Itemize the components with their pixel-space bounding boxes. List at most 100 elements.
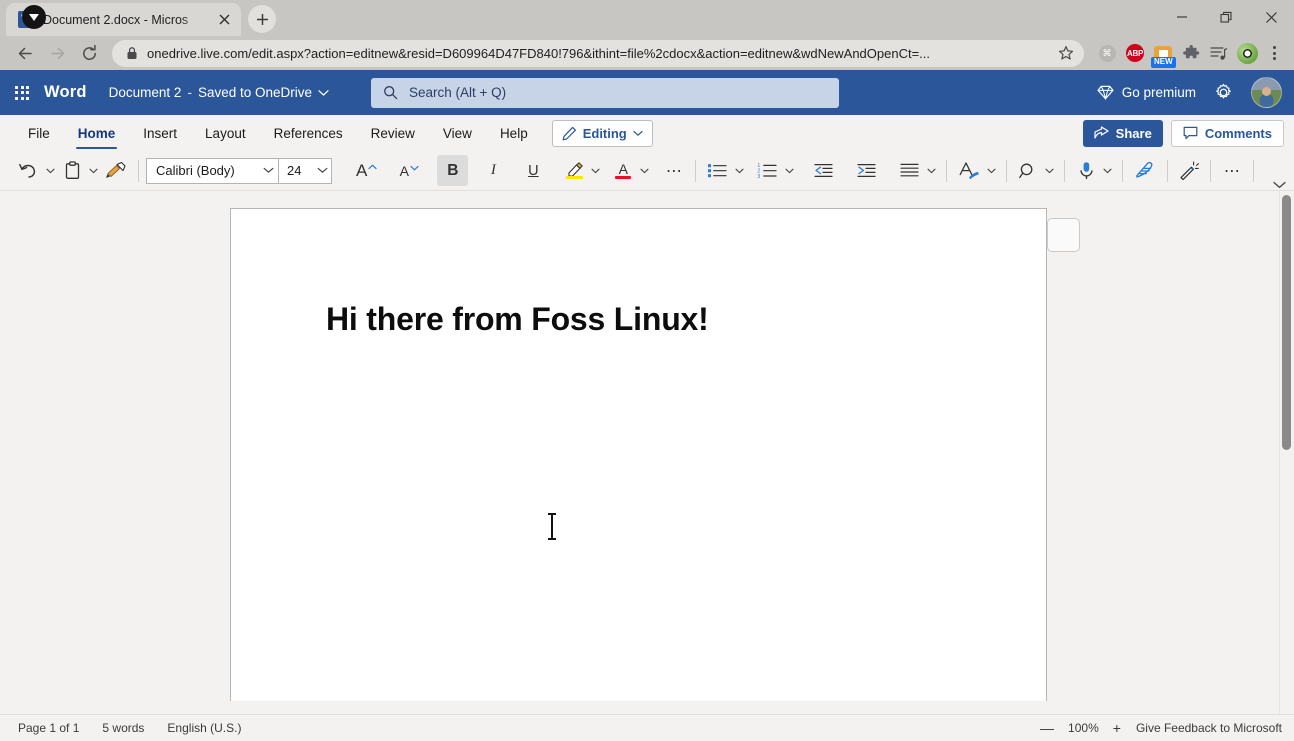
bullets-chevron-down-icon[interactable]: [732, 156, 747, 186]
word-brand-label[interactable]: Word: [44, 83, 87, 102]
close-icon[interactable]: [215, 11, 233, 29]
paste-clipboard-icon[interactable]: [58, 156, 86, 186]
document-heading-text[interactable]: Hi there from Foss Linux!: [326, 301, 709, 338]
share-icon: [1094, 126, 1109, 140]
toolbar-divider: [1253, 159, 1255, 182]
microphone-icon[interactable]: [1072, 156, 1100, 186]
more-toolbar-options-button[interactable]: ⋯: [1218, 156, 1246, 186]
paste-chevron-down-icon[interactable]: [86, 156, 101, 186]
highlight-chevron-down-icon[interactable]: [588, 156, 603, 186]
tab-references[interactable]: References: [260, 115, 357, 151]
page-info-label: Page 1 of 1: [18, 721, 80, 735]
gear-icon[interactable]: [1214, 83, 1233, 102]
more-font-options-button[interactable]: ⋯: [660, 156, 688, 186]
magic-wand-icon[interactable]: [1175, 156, 1203, 186]
tab-title: Document 2.docx - Micros: [43, 12, 189, 27]
dictate-chevron-down-icon[interactable]: [1100, 156, 1115, 186]
font-color-chevron-down-icon[interactable]: [637, 156, 652, 186]
adblock-plus-icon[interactable]: ABP: [1122, 40, 1148, 66]
puzzle-extensions-icon[interactable]: [1178, 40, 1204, 66]
tab-review[interactable]: Review: [357, 115, 429, 151]
command-extension-icon[interactable]: ⌘: [1094, 40, 1120, 66]
pencil-icon: [562, 126, 577, 141]
bold-button[interactable]: B: [437, 155, 469, 186]
tab-help[interactable]: Help: [486, 115, 542, 151]
italic-button[interactable]: I: [478, 156, 508, 186]
document-page[interactable]: Hi there from Foss Linux!: [230, 208, 1047, 701]
maximize-button[interactable]: [1204, 0, 1249, 34]
highlight-button[interactable]: [560, 156, 588, 186]
styles-chevron-down-icon[interactable]: [984, 156, 999, 186]
feedback-link[interactable]: Give Feedback to Microsoft: [1136, 721, 1282, 735]
undo-icon[interactable]: [14, 156, 43, 186]
language-label[interactable]: English (U.S.): [167, 721, 241, 735]
shrink-font-button[interactable]: A: [395, 156, 423, 186]
numbered-list-icon[interactable]: 1 2 3: [753, 156, 782, 186]
chrome-menu-icon[interactable]: [1262, 40, 1286, 66]
search-icon: [383, 85, 398, 100]
font-name-select[interactable]: Calibri (Body): [146, 157, 279, 184]
comments-button[interactable]: Comments: [1170, 119, 1284, 147]
header-right-actions: Go premium: [1097, 77, 1282, 108]
numbering-chevron-down-icon[interactable]: [782, 156, 797, 186]
chevron-down-icon: [633, 130, 643, 137]
collapse-ribbon-chevron-down-icon[interactable]: [1273, 181, 1286, 189]
profile-avatar-icon[interactable]: [1234, 40, 1260, 66]
format-painter-icon[interactable]: [101, 156, 131, 186]
font-color-letter: A: [618, 160, 629, 177]
find-chevron-down-icon[interactable]: [1042, 156, 1057, 186]
tab-layout[interactable]: Layout: [191, 115, 260, 151]
zoom-in-button[interactable]: +: [1113, 721, 1121, 735]
find-icon[interactable]: [1014, 156, 1042, 186]
go-premium-button[interactable]: Go premium: [1097, 85, 1196, 100]
tab-file[interactable]: File: [14, 115, 64, 151]
minimize-button[interactable]: [1159, 0, 1204, 34]
document-name: Document 2: [108, 85, 182, 100]
waffle-grid-icon[interactable]: [0, 70, 44, 115]
margin-notes-toggle[interactable]: [1047, 218, 1080, 252]
share-button[interactable]: Share: [1082, 119, 1163, 147]
underline-button[interactable]: U: [518, 156, 548, 186]
reload-icon[interactable]: [74, 38, 104, 68]
decrease-indent-icon[interactable]: [809, 156, 838, 186]
search-input[interactable]: Search (Alt + Q): [371, 77, 840, 108]
status-bar: Page 1 of 1 5 words English (U.S.) — 100…: [0, 714, 1294, 741]
font-name-value: Calibri (Body): [156, 163, 235, 178]
align-chevron-down-icon[interactable]: [924, 156, 939, 186]
forward-arrow-icon[interactable]: [42, 38, 72, 68]
font-color-button[interactable]: A: [609, 156, 637, 186]
address-bar[interactable]: onedrive.live.com/edit.aspx?action=editn…: [112, 39, 1084, 67]
bulleted-list-icon[interactable]: [703, 156, 732, 186]
close-window-button[interactable]: [1249, 0, 1294, 34]
scrollbar-thumb[interactable]: [1282, 195, 1291, 450]
grow-font-button[interactable]: A: [352, 156, 381, 186]
back-arrow-icon[interactable]: [10, 38, 40, 68]
tab-insert[interactable]: Insert: [129, 115, 191, 151]
undo-chevron-down-icon[interactable]: [43, 156, 58, 186]
diamond-icon: [1097, 85, 1114, 100]
download-icon[interactable]: [22, 5, 46, 29]
styles-icon[interactable]: [954, 156, 984, 186]
screenshot-extension-icon[interactable]: NEW: [1150, 40, 1176, 68]
align-icon[interactable]: [895, 156, 924, 186]
tab-view[interactable]: View: [429, 115, 486, 151]
playlist-extension-icon[interactable]: [1206, 40, 1232, 66]
document-canvas[interactable]: Hi there from Foss Linux!: [0, 191, 1294, 714]
toolbar-divider: [1210, 159, 1212, 182]
word-count-label[interactable]: 5 words: [102, 721, 144, 735]
editing-mode-button[interactable]: Editing: [551, 119, 653, 147]
zoom-out-button[interactable]: —: [1040, 721, 1054, 735]
vertical-scrollbar[interactable]: [1279, 191, 1294, 714]
editor-icon[interactable]: [1130, 156, 1160, 186]
font-size-select[interactable]: 24: [279, 157, 332, 184]
avatar[interactable]: [1251, 77, 1282, 108]
document-title-area[interactable]: Document 2 - Saved to OneDrive: [109, 85, 329, 100]
zoom-level-label[interactable]: 100%: [1068, 721, 1099, 735]
star-icon[interactable]: [1058, 45, 1074, 61]
increase-indent-icon[interactable]: [852, 156, 881, 186]
new-tab-button[interactable]: [248, 5, 276, 33]
tab-home[interactable]: Home: [64, 115, 130, 151]
font-size-value: 24: [287, 163, 302, 178]
chevron-down-icon[interactable]: [318, 89, 329, 97]
ribbon-right-actions: Share Comments: [1082, 115, 1294, 151]
